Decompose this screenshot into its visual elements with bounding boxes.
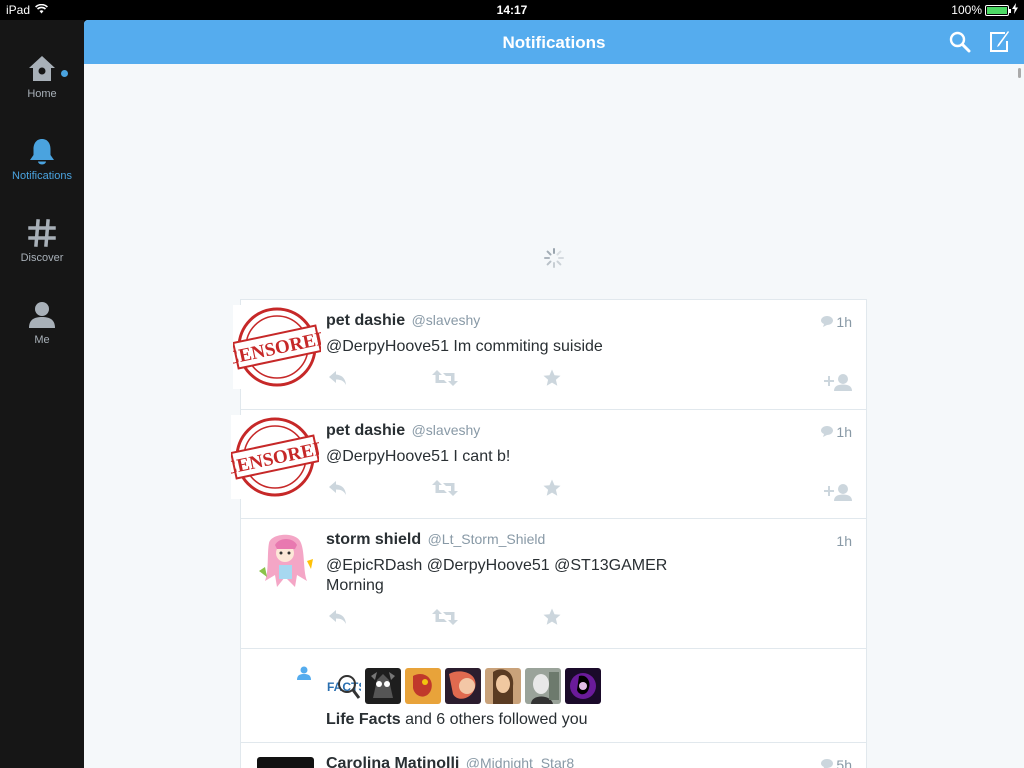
author-name[interactable]: storm shield [326,531,421,548]
timestamp: 1h [836,424,852,440]
avatar[interactable] [257,531,314,591]
page-title: Notifications [502,33,606,52]
top-bar: Notifications [84,20,1024,64]
hashtag-icon [0,218,84,248]
avatar[interactable] [565,668,601,704]
scrollbar[interactable] [1018,68,1021,78]
tweet-text: @DerpyHoove51 I cant b! [326,448,511,465]
avatar[interactable]: CENSORED [223,305,331,389]
tweet-item[interactable]: CENSORED pet dashie @slaveshy 1h @DerpyH… [223,300,866,410]
author-name[interactable]: Carolina Matinolli [326,755,459,768]
compose-icon[interactable] [987,30,1011,59]
tweet-text: @DerpyHoove51 Im commiting suiside [326,338,603,355]
tweet-time: 5h [821,757,852,768]
clock: 14:17 [496,3,528,17]
battery-icon [985,4,1011,16]
loading-spinner [543,247,565,269]
sidebar: Home Notifications Discover Me [0,20,84,768]
favorite-icon[interactable] [543,369,561,392]
retweet-icon[interactable] [432,609,458,630]
bell-icon [0,136,84,166]
follow-summary-rest: and 6 others followed you [405,711,588,728]
author-name[interactable]: pet dashie [326,422,405,439]
sidebar-item-label: Me [34,334,50,346]
charging-icon [1012,3,1018,17]
follow-user-icon[interactable] [824,483,852,506]
sidebar-item-label: Notifications [12,170,72,182]
avatar[interactable]: CENSORED [221,415,329,499]
conversation-icon [821,424,834,440]
sidebar-item-home[interactable]: Home [0,54,84,116]
sidebar-item-label: Home [27,88,57,100]
sidebar-item-notifications[interactable]: Notifications [0,136,84,198]
sidebar-item-discover[interactable]: Discover [0,218,84,280]
author-handle[interactable]: @slaveshy [412,422,481,438]
notifications-feed: CENSORED pet dashie @slaveshy 1h @DerpyH… [221,299,867,768]
tweet-item[interactable]: Carolina Matinolli @Midnight_Star8 5h [241,743,866,768]
follow-user-icon[interactable] [824,373,852,396]
follower-name[interactable]: Life Facts [326,711,401,728]
author-handle[interactable]: @Midnight_Star8 [466,755,574,768]
home-icon [0,54,84,84]
tweet-text: @EpicRDash @DerpyHoove51 @ST13GAMER Morn… [326,556,746,596]
timestamp: 5h [836,757,852,768]
reply-icon[interactable] [328,370,348,391]
author-handle[interactable]: @Lt_Storm_Shield [428,531,546,547]
tweet-item[interactable]: CENSORED pet dashie @slaveshy 1h @DerpyH… [221,410,866,519]
favorite-icon[interactable] [543,608,561,631]
tweet-text-line: Morning [326,577,384,594]
new-content-dot [61,70,68,77]
avatar[interactable]: FACTS [325,668,366,704]
search-icon[interactable] [949,31,971,58]
timestamp: 1h [836,533,852,549]
conversation-icon [821,314,834,330]
tweet-time: 1h [821,314,852,330]
follow-person-icon [297,666,311,685]
follow-summary: Life Facts and 6 others followed you [326,711,587,729]
avatar[interactable] [485,668,521,704]
tweet-time: 1h [821,424,852,440]
author-name[interactable]: pet dashie [326,312,405,329]
avatar[interactable] [525,668,561,704]
conversation-icon [821,757,834,768]
tweet-text-line: @EpicRDash @DerpyHoove51 @ST13GAMER [326,557,668,574]
follower-avatars: FACTS [325,668,601,704]
status-bar: iPad 14:17 100% [0,0,1024,20]
avatar[interactable] [257,757,314,768]
tweet-time: 1h [836,533,852,549]
sidebar-item-me[interactable]: Me [0,300,84,362]
tweet-item[interactable]: storm shield @Lt_Storm_Shield 1h @EpicRD… [241,519,866,649]
battery-percent: 100% [951,3,982,17]
retweet-icon[interactable] [432,480,458,501]
retweet-icon[interactable] [432,370,458,391]
favorite-icon[interactable] [543,479,561,502]
avatar[interactable] [445,668,481,704]
timestamp: 1h [836,314,852,330]
main-panel: Notifications CENSORED pet dashie @slave… [84,20,1024,768]
author-handle[interactable]: @slaveshy [412,312,481,328]
sidebar-item-label: Discover [20,252,64,264]
avatar[interactable] [365,668,401,704]
reply-icon[interactable] [328,480,348,501]
avatar[interactable] [405,668,441,704]
reply-icon[interactable] [328,609,348,630]
person-icon [0,300,84,330]
follow-notification[interactable]: FACTS [241,649,866,743]
